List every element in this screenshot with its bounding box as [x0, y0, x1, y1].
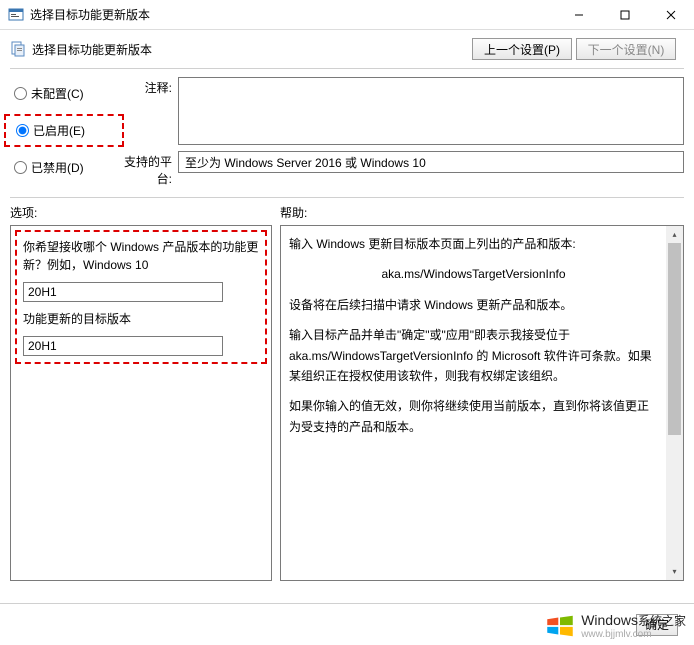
help-scrollbar[interactable]: ▴ ▾	[666, 226, 683, 580]
policy-icon	[10, 41, 26, 57]
radio-disabled-label: 已禁用(D)	[31, 159, 84, 176]
help-text-3: 输入目标产品并单击"确定"或"应用"即表示我接受位于 aka.ms/Window…	[289, 325, 658, 386]
maximize-button[interactable]	[602, 0, 648, 30]
radio-enabled[interactable]: 已启用(E)	[12, 120, 116, 141]
window-title: 选择目标功能更新版本	[30, 6, 556, 23]
help-text-2: 设备将在后续扫描中请求 Windows 更新产品和版本。	[289, 295, 658, 315]
section-labels: 选项: 帮助:	[0, 198, 694, 225]
radio-not-configured-input[interactable]	[14, 87, 27, 100]
target-version-input[interactable]	[23, 336, 223, 356]
radio-enabled-input[interactable]	[16, 124, 29, 137]
scroll-up-icon[interactable]: ▴	[666, 226, 683, 243]
options-panel: 你希望接收哪个 Windows 产品版本的功能更新？例如，Windows 10 …	[10, 225, 272, 581]
help-text-1: 输入 Windows 更新目标版本页面上列出的产品和版本:	[289, 234, 658, 254]
platform-value: 至少为 Windows Server 2016 或 Windows 10	[178, 151, 684, 173]
windows-logo-icon	[543, 609, 577, 643]
radio-disabled-input[interactable]	[14, 161, 27, 174]
close-button[interactable]	[648, 0, 694, 30]
radio-enabled-label: 已启用(E)	[33, 122, 85, 139]
comment-label: 注释:	[118, 77, 178, 96]
watermark-brand: Windows系统之家	[581, 612, 686, 628]
scroll-thumb[interactable]	[668, 243, 681, 435]
radio-disabled[interactable]: 已禁用(D)	[10, 157, 118, 178]
content-section: 你希望接收哪个 Windows 产品版本的功能更新？例如，Windows 10 …	[0, 225, 694, 581]
radio-group: 未配置(C) 已启用(E) 已禁用(D)	[10, 77, 118, 187]
watermark-url: www.bjjmlv.com	[581, 629, 686, 640]
radio-enabled-highlight: 已启用(E)	[4, 114, 124, 147]
radio-not-configured-label: 未配置(C)	[31, 85, 84, 102]
watermark: Windows系统之家 www.bjjmlv.com	[543, 609, 686, 643]
help-link: aka.ms/WindowsTargetVersionInfo	[289, 264, 658, 284]
app-icon	[8, 7, 24, 23]
minimize-button[interactable]	[556, 0, 602, 30]
bottom-bar: 确定 Windows系统之家 www.bjjmlv.com	[0, 603, 694, 645]
platform-label: 支持的平台:	[118, 151, 178, 187]
product-question-label: 你希望接收哪个 Windows 产品版本的功能更新？例如，Windows 10	[23, 238, 259, 274]
help-text-4: 如果你输入的值无效，则你将继续使用当前版本，直到你将该值更正为受支持的产品和版本…	[289, 396, 658, 437]
help-panel: 输入 Windows 更新目标版本页面上列出的产品和版本: aka.ms/Win…	[280, 225, 684, 581]
target-version-label: 功能更新的目标版本	[23, 310, 259, 328]
scroll-down-icon[interactable]: ▾	[666, 563, 683, 580]
radio-not-configured[interactable]: 未配置(C)	[10, 83, 118, 104]
help-label: 帮助:	[280, 204, 684, 221]
options-highlight: 你希望接收哪个 Windows 产品版本的功能更新？例如，Windows 10 …	[15, 230, 267, 364]
scroll-track[interactable]	[666, 243, 683, 563]
config-section: 未配置(C) 已启用(E) 已禁用(D) 注释: 支持的平台: 至少为 Wind…	[0, 69, 694, 197]
options-label: 选项:	[10, 204, 280, 221]
comment-textarea[interactable]	[178, 77, 684, 145]
window-titlebar: 选择目标功能更新版本	[0, 0, 694, 30]
next-setting-button[interactable]: 下一个设置(N)	[576, 38, 676, 60]
previous-setting-button[interactable]: 上一个设置(P)	[472, 38, 572, 60]
policy-title: 选择目标功能更新版本	[32, 41, 472, 58]
product-version-input[interactable]	[23, 282, 223, 302]
policy-header: 选择目标功能更新版本 上一个设置(P) 下一个设置(N)	[0, 30, 694, 68]
